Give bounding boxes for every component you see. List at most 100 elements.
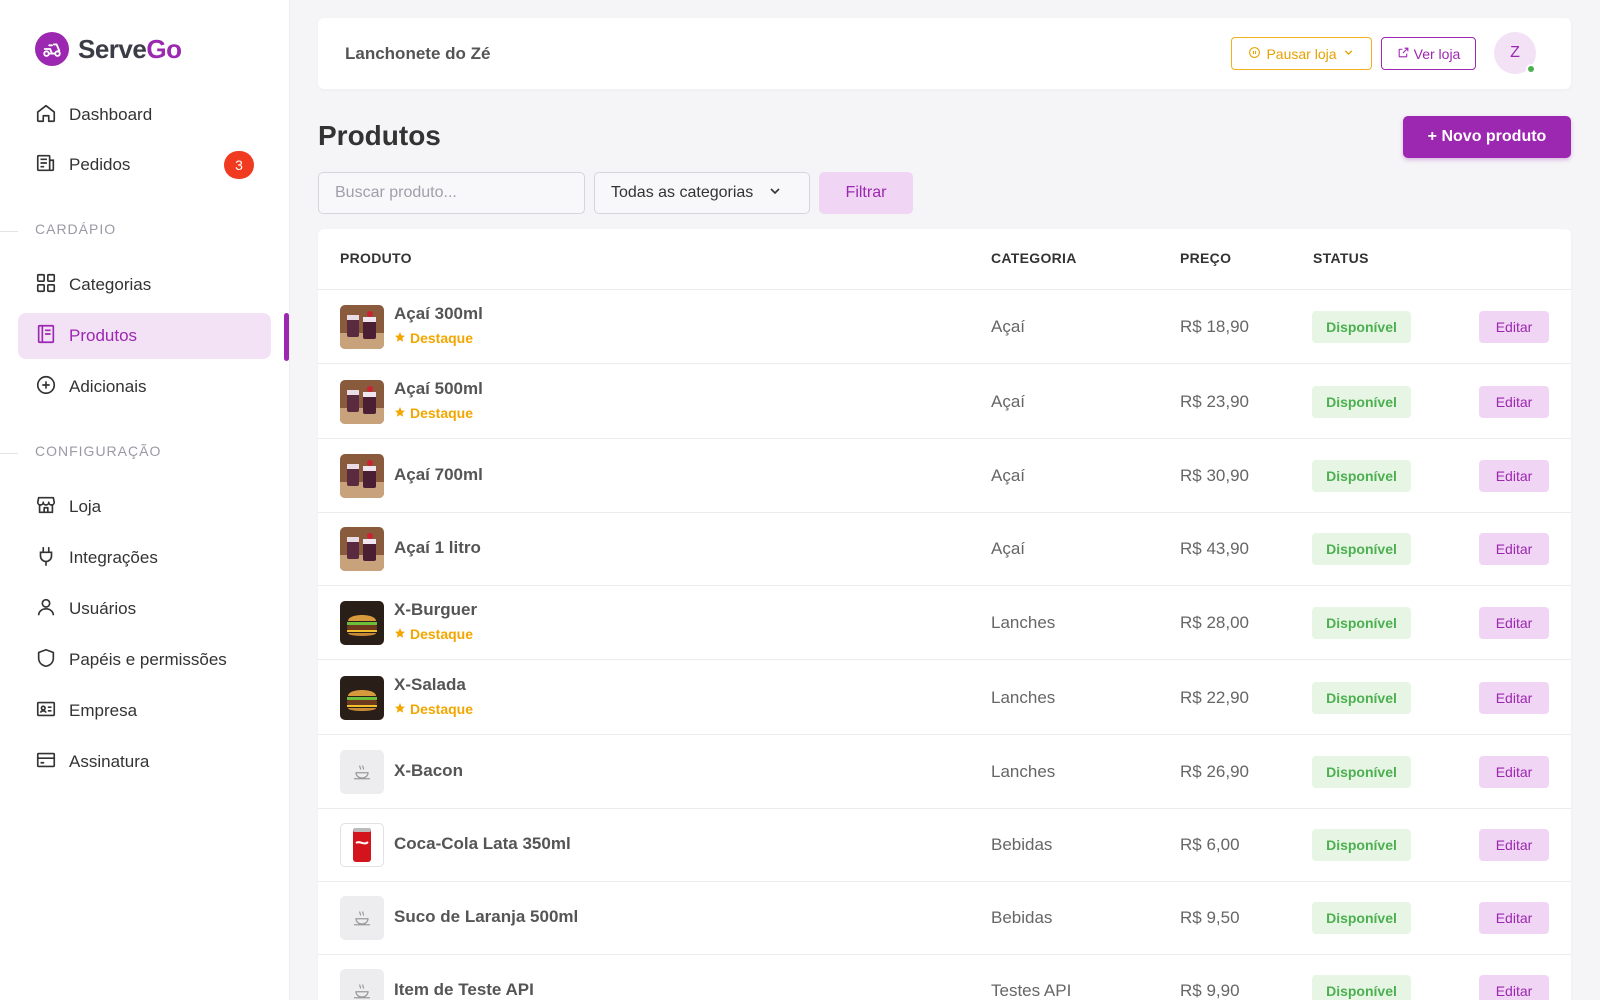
- product-thumbnail: [340, 527, 384, 571]
- status-badge: Disponível: [1312, 311, 1411, 343]
- featured-label: Destaque: [410, 626, 474, 642]
- product-thumbnail: [340, 823, 384, 867]
- active-indicator: [284, 313, 289, 361]
- store-name: Lanchonete do Zé: [345, 44, 491, 63]
- product-category: Testes API: [991, 981, 1072, 1000]
- column-header-category: CATEGORIA: [991, 250, 1077, 266]
- column-header-status: STATUS: [1313, 250, 1369, 266]
- orders-count-badge: 3: [224, 151, 254, 179]
- edit-button[interactable]: Editar: [1479, 386, 1549, 418]
- sidebar-item-papeis[interactable]: Papéis e permissões: [18, 637, 271, 683]
- sidebar-item-label: Loja: [69, 497, 102, 516]
- sidebar-item-label: Categorias: [69, 275, 152, 294]
- filter-button[interactable]: Filtrar: [819, 172, 913, 214]
- star-icon: [394, 405, 406, 421]
- featured-tag: Destaque: [394, 701, 473, 717]
- top-bar: Lanchonete do Zé Pausar loja Ver loja Z: [318, 18, 1571, 89]
- product-name: Item de Teste API: [394, 980, 534, 999]
- sidebar: ServeGo Dashboard Pedidos 3 CARDÁPIO Cat…: [0, 0, 290, 1000]
- edit-button[interactable]: Editar: [1479, 311, 1549, 343]
- table-row[interactable]: Item de Teste API Testes API R$ 9,90 Dispon…: [318, 954, 1571, 1000]
- product-name: Açaí 1 litro: [394, 538, 481, 557]
- pause-icon: [1248, 46, 1261, 62]
- edit-button[interactable]: Editar: [1479, 533, 1549, 565]
- sidebar-item-dashboard[interactable]: Dashboard: [18, 92, 271, 138]
- table-row[interactable]: Açaí 700ml Açaí R$ 30,90 Disponível Editar: [318, 439, 1571, 513]
- sidebar-item-usuarios[interactable]: Usuários: [18, 586, 271, 632]
- sidebar-item-pedidos[interactable]: Pedidos 3: [18, 142, 271, 188]
- table-row[interactable]: Suco de Laranja 500ml Bebidas R$ 9,50 Dispo…: [318, 881, 1571, 955]
- status-badge: Disponível: [1312, 756, 1411, 788]
- divider: [0, 453, 18, 454]
- sidebar-item-empresa[interactable]: Empresa: [18, 688, 271, 734]
- product-name: X-Burguer: [394, 600, 478, 619]
- table-row[interactable]: X-Bacon Lanches R$ 26,90 Disponível Editar: [318, 735, 1571, 809]
- sidebar-item-categorias[interactable]: Categorias: [18, 262, 271, 308]
- product-name: Coca-Cola Lata 350ml: [394, 834, 571, 853]
- sidebar-item-label: Usuários: [69, 599, 137, 618]
- category-select-value: Todas as categorias: [611, 184, 754, 201]
- logo[interactable]: ServeGo: [35, 32, 182, 66]
- edit-button[interactable]: Editar: [1479, 460, 1549, 492]
- sidebar-item-label: Assinatura: [69, 752, 150, 771]
- product-name: Suco de Laranja 500ml: [394, 907, 579, 926]
- featured-label: Destaque: [410, 701, 474, 717]
- view-store-button[interactable]: Ver loja: [1381, 37, 1476, 70]
- table-row[interactable]: Açaí 1 litro Açaí R$ 43,90 Disponível Editar: [318, 512, 1571, 586]
- table-row[interactable]: Açaí 300ml Destaque Açaí R$ 18,90 Disponível…: [318, 290, 1571, 364]
- featured-label: Destaque: [410, 330, 474, 346]
- product-thumbnail: [340, 305, 384, 349]
- edit-button[interactable]: Editar: [1479, 975, 1549, 1000]
- table-row[interactable]: Coca-Cola Lata 350ml Bebidas R$ 6,00 Dispon…: [318, 808, 1571, 882]
- edit-button[interactable]: Editar: [1479, 756, 1549, 788]
- product-category: Lanches: [991, 762, 1056, 781]
- edit-button[interactable]: Editar: [1479, 682, 1549, 714]
- product-thumbnail: [340, 454, 384, 498]
- external-link-icon: [1397, 46, 1410, 62]
- sidebar-item-label: Integrações: [69, 548, 158, 567]
- sidebar-item-assinatura[interactable]: Assinatura: [18, 739, 271, 785]
- sidebar-item-label: Produtos: [69, 326, 138, 345]
- table-row[interactable]: Açaí 500ml Destaque Açaí R$ 23,90 Disponível…: [318, 365, 1571, 439]
- status-badge: Disponível: [1312, 682, 1411, 714]
- edit-button[interactable]: Editar: [1479, 829, 1549, 861]
- product-name: Açaí 300ml: [394, 304, 483, 323]
- avatar[interactable]: Z: [1494, 32, 1536, 74]
- product-category: Açaí: [991, 466, 1026, 485]
- product-price: R$ 23,90: [1180, 392, 1249, 411]
- sidebar-item-label: Dashboard: [69, 105, 153, 124]
- search-input[interactable]: [318, 172, 585, 214]
- product-name: X-Salada: [394, 675, 466, 694]
- table-row[interactable]: X-Salada Destaque Lanches R$ 22,90 Disponíve…: [318, 661, 1571, 735]
- sidebar-item-loja[interactable]: Loja: [18, 484, 271, 530]
- product-name: Açaí 500ml: [394, 379, 483, 398]
- avatar-initial: Z: [1510, 44, 1520, 61]
- store-icon: [35, 494, 57, 521]
- online-status-dot: [1526, 64, 1536, 74]
- column-header-price: PREÇO: [1180, 250, 1232, 266]
- edit-button[interactable]: Editar: [1479, 607, 1549, 639]
- table-row[interactable]: X-Burguer Destaque Lanches R$ 28,00 Disponív…: [318, 586, 1571, 660]
- status-badge: Disponível: [1312, 829, 1411, 861]
- product-price: R$ 18,90: [1180, 317, 1249, 336]
- status-badge: Disponível: [1312, 607, 1411, 639]
- category-select[interactable]: Todas as categorias: [594, 172, 810, 214]
- sidebar-item-produtos[interactable]: Produtos: [18, 313, 271, 359]
- product-category: Bebidas: [991, 908, 1053, 927]
- status-badge: Disponível: [1312, 460, 1411, 492]
- products-table: PRODUTO CATEGORIA PREÇO STATUS Açaí 300m…: [318, 229, 1571, 1000]
- sidebar-item-adicionais[interactable]: Adicionais: [18, 364, 271, 410]
- product-price: R$ 6,00: [1180, 835, 1240, 854]
- id-card-icon: [35, 698, 57, 725]
- table-header: PRODUTO CATEGORIA PREÇO STATUS: [318, 229, 1571, 290]
- new-product-button[interactable]: + Novo produto: [1403, 116, 1571, 158]
- delivery-scooter-icon: [35, 32, 69, 66]
- food-placeholder-icon: [340, 896, 384, 940]
- edit-button[interactable]: Editar: [1479, 902, 1549, 934]
- pause-store-button[interactable]: Pausar loja: [1231, 37, 1372, 70]
- section-label-cardapio: CARDÁPIO: [35, 221, 117, 237]
- status-badge: Disponível: [1312, 902, 1411, 934]
- food-placeholder-icon: [340, 750, 384, 794]
- product-category: Açaí: [991, 539, 1026, 558]
- sidebar-item-integracoes[interactable]: Integrações: [18, 535, 271, 581]
